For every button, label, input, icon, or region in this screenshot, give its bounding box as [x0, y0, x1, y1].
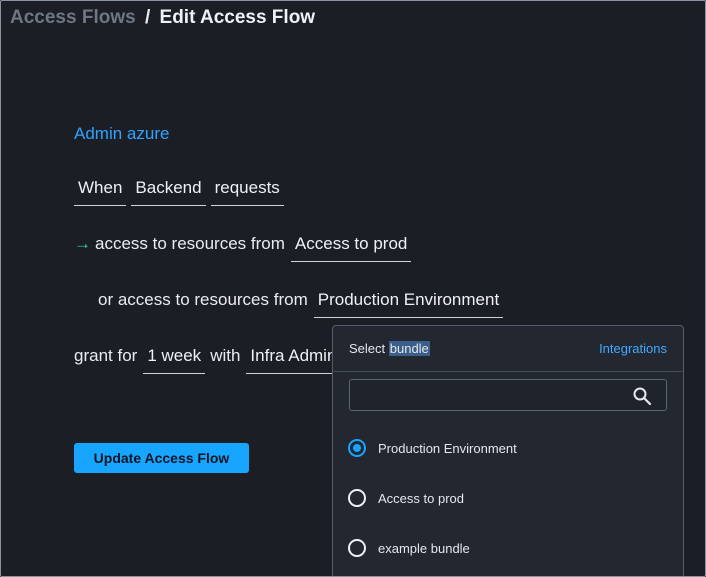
breadcrumb: Access Flows / Edit Access Flow [10, 7, 315, 29]
duration-selector[interactable]: 1 week [143, 345, 206, 374]
secondary-bundle-selector[interactable]: Production Environment [313, 289, 504, 318]
bundle-option-label: Production Environment [378, 440, 517, 456]
dropdown-header: Select bundle Integrations [333, 326, 683, 372]
when-selector[interactable]: When [74, 177, 127, 206]
bundle-search-field[interactable] [349, 379, 667, 411]
bundle-option-label: Access to prod [378, 490, 464, 506]
flow-name-field[interactable]: Admin azure [74, 124, 169, 144]
radio-checked-icon[interactable] [348, 439, 366, 457]
breadcrumb-access-flows-link[interactable]: Access Flows [10, 7, 136, 28]
action-selector[interactable]: requests [210, 177, 284, 206]
grant-row: grant for 1 week with Infra Admins [74, 345, 354, 374]
bundle-option-production-environment[interactable]: Production Environment [348, 437, 517, 459]
dropdown-title-highlight: bundle [388, 341, 430, 356]
integrations-link[interactable]: Integrations [599, 341, 667, 356]
primary-resource-row: → access to resources from Access to pro… [74, 233, 416, 262]
radio-unchecked-icon[interactable] [348, 489, 366, 507]
search-icon[interactable] [632, 386, 652, 406]
primary-bundle-selector[interactable]: Access to prod [290, 233, 412, 262]
arrow-right-icon: → [74, 234, 91, 253]
bundle-option-example-bundle[interactable]: example bundle [348, 537, 470, 559]
or-access-prefix-text: or access to resources from [98, 290, 308, 309]
breadcrumb-separator: / [144, 7, 151, 28]
radio-unchecked-icon[interactable] [348, 539, 366, 557]
access-prefix-text: access to resources from [95, 234, 285, 253]
requester-selector[interactable]: Backend [131, 177, 206, 206]
grant-prefix-text: grant for [74, 346, 138, 365]
with-text: with [210, 346, 241, 365]
update-access-flow-button[interactable]: Update Access Flow [74, 443, 249, 473]
bundle-option-access-to-prod[interactable]: Access to prod [348, 487, 464, 509]
bundle-select-dropdown: Select bundle Integrations Production En… [332, 325, 684, 576]
dropdown-title: Select bundle [349, 341, 430, 356]
dropdown-title-prefix: Select [349, 341, 389, 356]
secondary-resource-row: or access to resources from Production E… [98, 289, 508, 318]
app-window: Access Flows / Edit Access Flow Admin az… [0, 0, 706, 577]
requester-row: When Backend requests [74, 177, 289, 206]
bundle-option-label: example bundle [378, 540, 470, 556]
bundle-search-input[interactable] [358, 384, 622, 408]
page-title: Edit Access Flow [159, 7, 316, 28]
